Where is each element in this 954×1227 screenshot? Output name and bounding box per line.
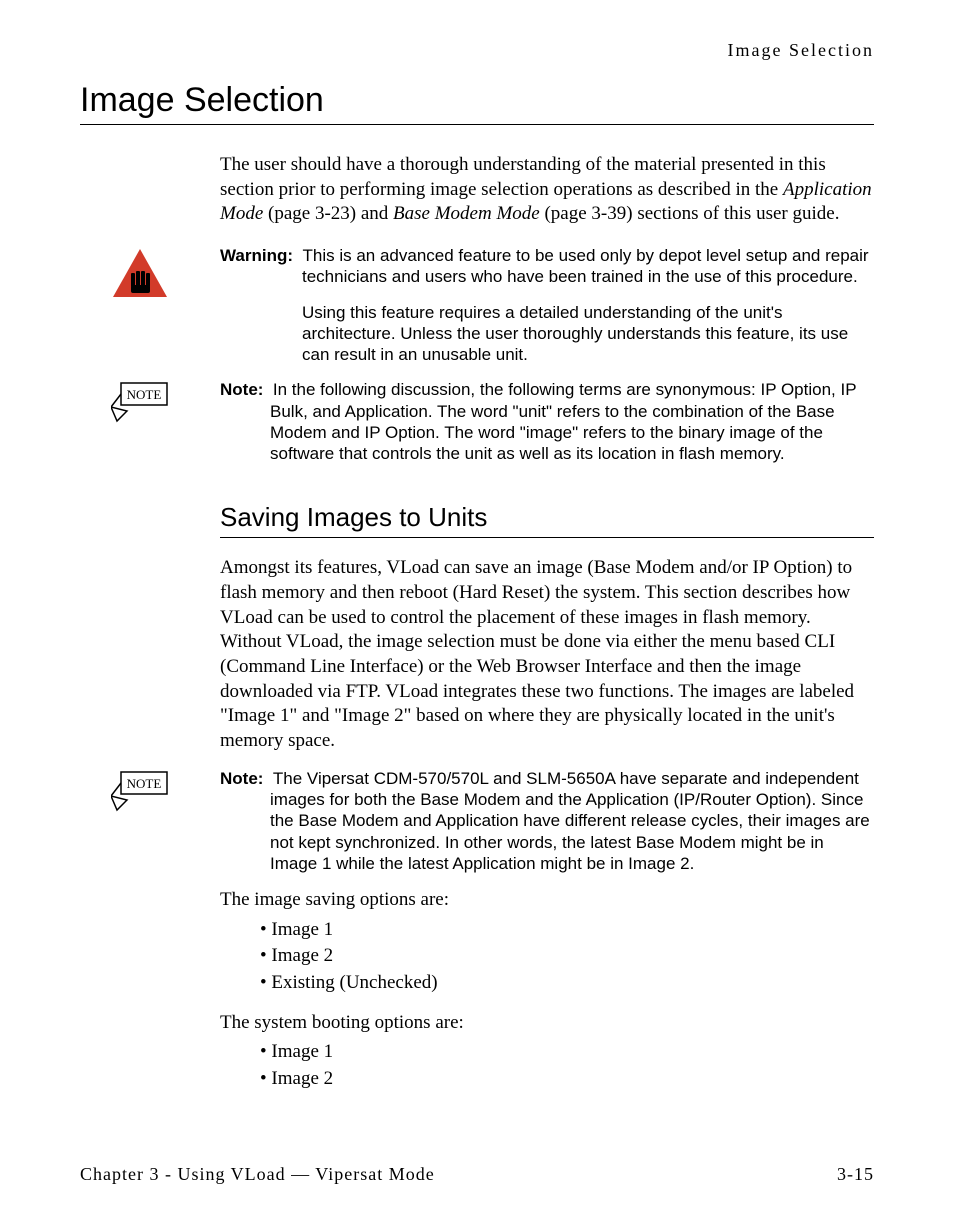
footer-page-number: 3-15 xyxy=(837,1164,874,1185)
list-item: Image 2 xyxy=(260,1066,874,1093)
saving-paragraph: Amongst its features, VLoad can save an … xyxy=(220,556,874,754)
warning-icon xyxy=(80,247,200,301)
note-callout-1: Note: In the following discussion, the f… xyxy=(220,379,874,464)
svg-text:NOTE: NOTE xyxy=(127,776,162,791)
boot-options-list: Image 1 Image 2 xyxy=(260,1039,874,1092)
intro-link2-page: (page 3-39) sections of this user guide. xyxy=(540,203,840,224)
list-item: Existing (Unchecked) xyxy=(260,970,874,997)
warning-text-2: Using this feature requires a detailed u… xyxy=(220,302,874,366)
running-header: Image Selection xyxy=(80,40,874,61)
note1-label: Note: xyxy=(220,380,263,399)
note-callout-2: Note: The Vipersat CDM-570/570L and SLM-… xyxy=(220,768,874,874)
warning-callout: Warning: This is an advanced feature to … xyxy=(220,245,874,365)
intro-text-pre: The user should have a thorough understa… xyxy=(220,154,826,200)
footer-chapter: Chapter 3 - Using VLoad — Vipersat Mode xyxy=(80,1164,435,1185)
subsection-title: Saving Images to Units xyxy=(220,502,874,538)
warning-label: Warning: xyxy=(220,246,293,265)
svg-text:NOTE: NOTE xyxy=(127,387,162,402)
note-icon: NOTE xyxy=(80,770,200,812)
list-item: Image 1 xyxy=(260,917,874,944)
note2-label: Note: xyxy=(220,769,263,788)
saving-options-list: Image 1 Image 2 Existing (Unchecked) xyxy=(260,917,874,997)
list-item: Image 2 xyxy=(260,943,874,970)
intro-link1-page: (page 3-23) and xyxy=(263,203,393,224)
warning-text-1: This is an advanced feature to be used o… xyxy=(302,246,869,286)
page-title: Image Selection xyxy=(80,81,874,125)
link-base-modem-mode[interactable]: Base Modem Mode xyxy=(393,203,540,224)
list-item: Image 1 xyxy=(260,1039,874,1066)
saving-options-lead: The image saving options are: xyxy=(220,888,874,913)
boot-options-lead: The system booting options are: xyxy=(220,1011,874,1036)
page-footer: Chapter 3 - Using VLoad — Vipersat Mode … xyxy=(80,1164,874,1185)
note-icon: NOTE xyxy=(80,381,200,423)
intro-paragraph: The user should have a thorough understa… xyxy=(220,153,874,227)
note2-text: The Vipersat CDM-570/570L and SLM-5650A … xyxy=(270,769,870,873)
note1-text: In the following discussion, the followi… xyxy=(270,380,856,463)
